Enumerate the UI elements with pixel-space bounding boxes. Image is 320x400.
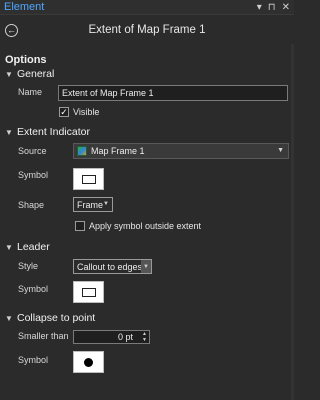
style-value: Callout to edges [77, 261, 143, 272]
section-general-label: General [17, 68, 55, 80]
map-frame-icon [77, 146, 87, 156]
pin-icon[interactable]: ⊓ [268, 0, 276, 15]
element-header: ← Extent of Map Frame 1 [0, 16, 294, 44]
chevron-down-icon: ▼ [277, 147, 284, 154]
chevron-down-icon: ▼ [5, 313, 13, 323]
visible-checkbox[interactable]: ✓ Visible [59, 107, 99, 117]
checkbox-checked-icon: ✓ [59, 106, 69, 117]
extent-symbol-button[interactable] [73, 168, 104, 190]
smaller-than-field[interactable]: 0 pt ▲ ▼ [73, 330, 150, 344]
apply-outside-label: Apply symbol outside extent [89, 221, 202, 231]
collapse-symbol-label: Symbol [18, 355, 49, 365]
name-field[interactable]: Extent of Map Frame 1 [58, 85, 288, 101]
leader-symbol-label: Symbol [18, 284, 49, 294]
section-collapse[interactable]: ▼ Collapse to point [5, 312, 95, 324]
shape-value: Frame [77, 199, 104, 210]
smaller-than-value: 0 pt [117, 332, 133, 342]
options-heading: Options [5, 54, 47, 66]
section-general[interactable]: ▼ General [5, 68, 54, 80]
point-symbol-icon [84, 357, 93, 367]
smaller-than-label: Smaller than [18, 331, 69, 341]
pane-title: Element [4, 1, 45, 13]
shape-dropdown[interactable]: Frame ▼ [73, 197, 113, 212]
apply-outside-checkbox[interactable]: Apply symbol outside extent [75, 221, 201, 231]
spinner-arrows-icon[interactable]: ▲ ▼ [142, 331, 147, 343]
source-label: Source [18, 146, 47, 156]
section-extent-indicator[interactable]: ▼ Extent Indicator [5, 126, 90, 138]
section-leader-label: Leader [17, 241, 50, 253]
source-dropdown[interactable]: Map Frame 1 ▼ [73, 143, 289, 159]
section-extent-indicator-label: Extent Indicator [17, 126, 90, 138]
name-label: Name [18, 87, 43, 97]
chevron-down-icon: ▼ [103, 201, 109, 207]
chevron-down-icon: ▼ [141, 260, 151, 273]
section-collapse-label: Collapse to point [17, 312, 96, 324]
style-label: Style [18, 261, 39, 271]
shape-label: Shape [18, 200, 45, 210]
visible-label: Visible [73, 107, 100, 117]
style-dropdown[interactable]: Callout to edges ▼ [73, 259, 152, 274]
chevron-down-icon: ▼ [5, 242, 13, 252]
pane-menu-icon[interactable]: ▾ [257, 0, 262, 15]
chevron-down-icon: ▼ [5, 69, 13, 79]
scrollbar[interactable] [291, 44, 294, 400]
element-title: Extent of Map Frame 1 [88, 24, 206, 36]
pane-controls: ▾ ⊓ ✕ [257, 0, 290, 15]
rectangle-symbol-icon [81, 174, 96, 184]
pane-titlebar: Element ▾ ⊓ ✕ [0, 0, 294, 15]
leader-symbol-button[interactable] [73, 281, 104, 303]
collapse-symbol-button[interactable] [73, 351, 104, 373]
source-value: Map Frame 1 [91, 146, 145, 156]
close-icon[interactable]: ✕ [282, 0, 290, 15]
extent-symbol-label: Symbol [18, 170, 49, 180]
section-leader[interactable]: ▼ Leader [5, 241, 50, 253]
rectangle-symbol-icon [81, 287, 96, 297]
chevron-down-icon: ▼ [5, 127, 13, 137]
checkbox-unchecked-icon [75, 221, 85, 231]
